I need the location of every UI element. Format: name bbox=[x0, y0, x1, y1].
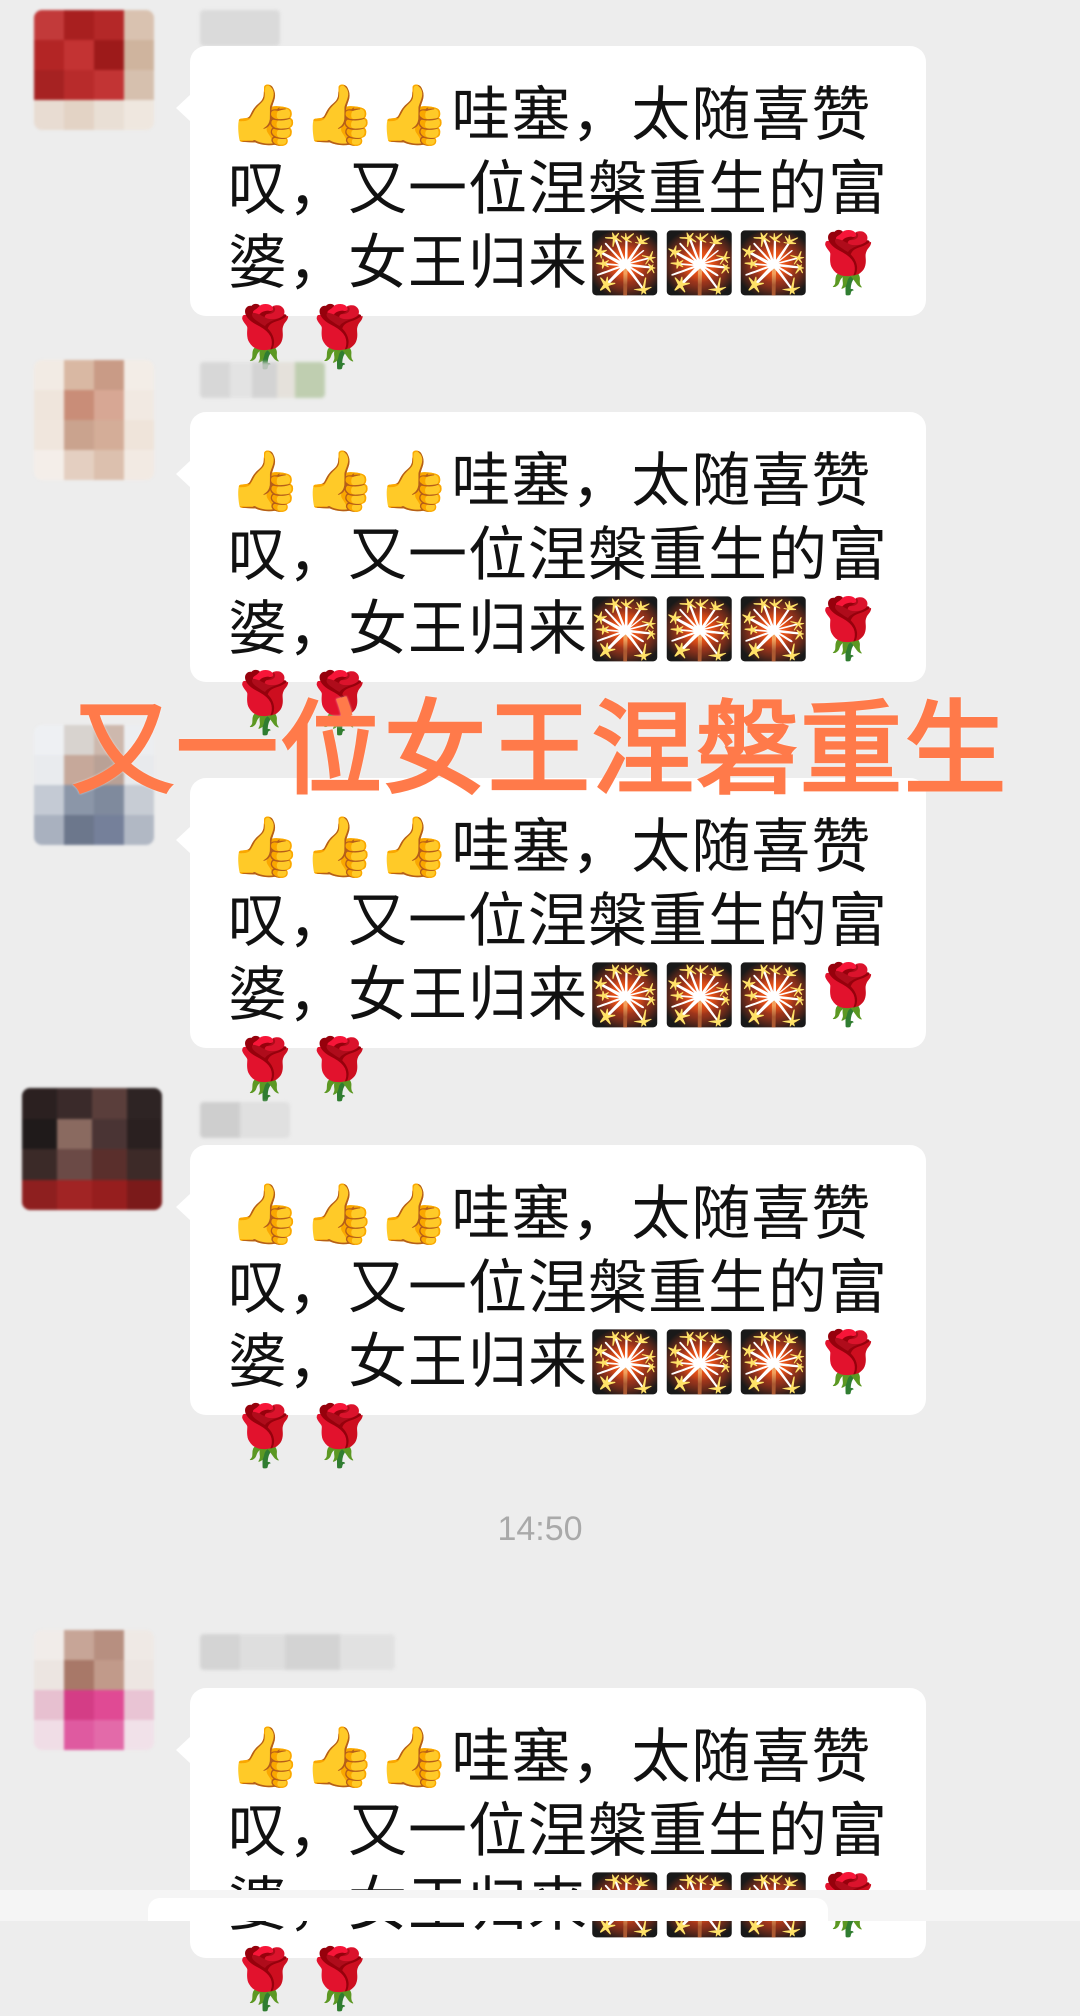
message-bubble[interactable]: 👍👍👍哇塞，太随喜赞叹，又一位涅槃重生的富婆，女王归来🎇🎇🎇🌹🌹🌹 bbox=[176, 46, 926, 371]
message-bubble[interactable]: 👍👍👍哇塞，太随喜赞叹，又一位涅槃重生的富婆，女王归来🎇🎇🎇🌹🌹🌹 bbox=[176, 778, 926, 1103]
chat-view: 👍👍👍哇塞，太随喜赞叹，又一位涅槃重生的富婆，女王归来🎇🎇🎇🌹🌹🌹 👍👍👍哇塞，… bbox=[0, 0, 1080, 2013]
sender-name bbox=[200, 1102, 290, 1138]
message-text: 👍👍👍哇塞，太随喜赞叹，又一位涅槃重生的富婆，女王归来🎇🎇🎇🌹🌹🌹 bbox=[228, 446, 889, 737]
sender-name bbox=[200, 1634, 395, 1670]
message-text: 👍👍👍哇塞，太随喜赞叹，又一位涅槃重生的富婆，女王归来🎇🎇🎇🌹🌹🌹 bbox=[228, 812, 889, 1103]
avatar[interactable] bbox=[34, 725, 154, 845]
timestamp: 14:50 bbox=[497, 1510, 583, 1548]
sender-name bbox=[200, 10, 280, 46]
avatar[interactable] bbox=[34, 1630, 154, 1750]
avatar[interactable] bbox=[34, 10, 154, 130]
message-text: 👍👍👍哇塞，太随喜赞叹，又一位涅槃重生的富婆，女王归来🎇🎇🎇🌹🌹🌹 bbox=[228, 80, 889, 371]
message-bubble[interactable]: 👍👍👍哇塞，太随喜赞叹，又一位涅槃重生的富婆，女王归来🎇🎇🎇🌹🌹🌹 bbox=[176, 412, 926, 737]
message-text: 👍👍👍哇塞，太随喜赞叹，又一位涅槃重生的富婆，女王归来🎇🎇🎇🌹🌹🌹 bbox=[228, 1179, 889, 1470]
avatar[interactable] bbox=[34, 360, 154, 480]
avatar[interactable] bbox=[22, 1088, 162, 1210]
message-text: 👍👍👍哇塞，太随喜赞叹，又一位涅槃重生的富婆，女王归来🎇🎇🎇🌹🌹🌹 bbox=[228, 1722, 889, 2013]
message-bubble[interactable]: 👍👍👍哇塞，太随喜赞叹，又一位涅槃重生的富婆，女王归来🎇🎇🎇🌹🌹🌹 bbox=[176, 1145, 926, 1470]
input-bar[interactable] bbox=[148, 1898, 828, 1921]
sender-name bbox=[200, 362, 325, 398]
